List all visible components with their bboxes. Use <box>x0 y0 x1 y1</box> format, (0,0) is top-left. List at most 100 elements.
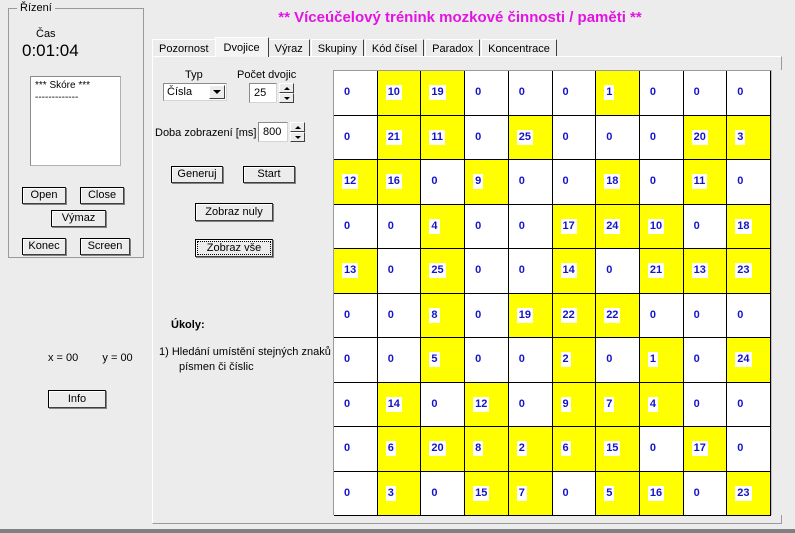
grid-cell[interactable]: 0 <box>377 338 422 383</box>
grid-cell[interactable]: 0 <box>377 293 422 338</box>
grid-cell[interactable]: 0 <box>465 71 509 116</box>
grid-cell[interactable]: 0 <box>465 115 509 160</box>
grid-cell[interactable]: 11 <box>683 160 728 205</box>
grid-cell[interactable]: 4 <box>421 204 466 249</box>
clear-button[interactable]: Výmaz <box>51 210 106 227</box>
grid-cell[interactable]: 1 <box>639 338 684 383</box>
grid-cell[interactable]: 0 <box>727 382 771 427</box>
grid-cell[interactable]: 20 <box>683 115 728 160</box>
grid-cell[interactable]: 0 <box>552 71 597 116</box>
grid-cell[interactable]: 0 <box>727 160 771 205</box>
grid-cell[interactable]: 9 <box>552 382 597 427</box>
pocet-dvojic-input[interactable]: 25 <box>249 83 277 103</box>
pocet-dvojic-stepper[interactable] <box>279 83 294 103</box>
grid-cell[interactable]: 0 <box>683 204 728 249</box>
grid-cell[interactable]: 0 <box>377 249 422 294</box>
grid-cell[interactable]: 0 <box>508 160 553 205</box>
typ-combobox[interactable]: Čísla <box>163 83 227 101</box>
grid-cell[interactable]: 0 <box>552 115 597 160</box>
grid-cell[interactable]: 0 <box>465 293 509 338</box>
grid-cell[interactable]: 0 <box>683 382 728 427</box>
show-zeros-button[interactable]: Zobraz nuly <box>195 203 273 221</box>
grid-cell[interactable]: 0 <box>334 115 378 160</box>
grid-cell[interactable]: 23 <box>727 471 771 516</box>
generate-button[interactable]: Generuj <box>171 166 223 183</box>
grid-cell[interactable]: 0 <box>596 338 640 383</box>
grid-cell[interactable]: 20 <box>421 427 466 472</box>
doba-zobrazeni-decrement[interactable] <box>290 132 305 142</box>
show-all-button[interactable]: Zobraz vše <box>195 239 273 257</box>
grid-cell[interactable]: 16 <box>377 160 422 205</box>
tab-paradox[interactable]: Paradox <box>425 39 481 57</box>
grid-cell[interactable]: 18 <box>596 160 640 205</box>
grid-cell[interactable]: 21 <box>377 115 422 160</box>
grid-cell[interactable]: 17 <box>683 427 728 472</box>
grid-cell[interactable]: 0 <box>334 71 378 116</box>
grid-cell[interactable]: 0 <box>683 293 728 338</box>
close-button[interactable]: Close <box>80 187 124 204</box>
grid-cell[interactable]: 6 <box>552 427 597 472</box>
open-button[interactable]: Open <box>22 187 66 204</box>
grid-cell[interactable]: 0 <box>639 293 684 338</box>
grid-cell[interactable]: 25 <box>421 249 466 294</box>
grid-scroll-gutter[interactable] <box>771 70 782 515</box>
grid-cell[interactable]: 0 <box>508 382 553 427</box>
grid-cell[interactable]: 12 <box>334 160 378 205</box>
grid-cell[interactable]: 0 <box>465 249 509 294</box>
tab-vyraz[interactable]: Výraz <box>267 39 310 57</box>
grid-cell[interactable]: 12 <box>465 382 509 427</box>
tab-koncentrace[interactable]: Koncentrace <box>481 39 557 57</box>
pocet-dvojic-increment[interactable] <box>279 83 294 93</box>
grid-cell[interactable]: 0 <box>334 338 378 383</box>
grid-cell[interactable]: 3 <box>727 115 771 160</box>
grid-cell[interactable]: 16 <box>639 471 684 516</box>
grid-cell[interactable]: 0 <box>683 471 728 516</box>
grid-cell[interactable]: 23 <box>727 249 771 294</box>
grid-cell[interactable]: 22 <box>552 293 597 338</box>
screen-button[interactable]: Screen <box>80 238 130 255</box>
grid-cell[interactable]: 0 <box>421 160 466 205</box>
grid-cell[interactable]: 14 <box>377 382 422 427</box>
grid-cell[interactable]: 8 <box>465 427 509 472</box>
grid-cell[interactable]: 18 <box>727 204 771 249</box>
grid-cell[interactable]: 0 <box>421 471 466 516</box>
grid-cell[interactable]: 2 <box>552 338 597 383</box>
grid-cell[interactable]: 19 <box>508 293 553 338</box>
grid-cell[interactable]: 0 <box>334 427 378 472</box>
grid-cell[interactable]: 0 <box>508 204 553 249</box>
pocet-dvojic-decrement[interactable] <box>279 93 294 103</box>
tab-skupiny[interactable]: Skupiny <box>310 39 365 57</box>
grid-cell[interactable]: 3 <box>377 471 422 516</box>
grid-cell[interactable]: 24 <box>727 338 771 383</box>
grid-cell[interactable]: 0 <box>639 160 684 205</box>
grid-cell[interactable]: 0 <box>639 71 684 116</box>
grid-cell[interactable]: 0 <box>334 204 378 249</box>
doba-zobrazeni-increment[interactable] <box>290 122 305 132</box>
grid-cell[interactable]: 15 <box>596 427 640 472</box>
grid-cell[interactable]: 0 <box>552 160 597 205</box>
grid-cell[interactable]: 24 <box>596 204 640 249</box>
grid-cell[interactable]: 5 <box>421 338 466 383</box>
grid-cell[interactable]: 0 <box>508 249 553 294</box>
grid-cell[interactable]: 7 <box>596 382 640 427</box>
grid-cell[interactable]: 0 <box>727 293 771 338</box>
chevron-down-icon[interactable] <box>209 85 225 99</box>
grid-cell[interactable]: 17 <box>552 204 597 249</box>
grid-cell[interactable]: 6 <box>377 427 422 472</box>
grid-cell[interactable]: 0 <box>334 382 378 427</box>
tab-dvojice[interactable]: Dvojice <box>214 37 269 57</box>
grid-cell[interactable]: 0 <box>377 204 422 249</box>
grid-cell[interactable]: 21 <box>639 249 684 294</box>
grid-cell[interactable]: 9 <box>465 160 509 205</box>
grid-cell[interactable]: 11 <box>421 115 466 160</box>
grid-cell[interactable]: 25 <box>508 115 553 160</box>
grid-cell[interactable]: 0 <box>596 249 640 294</box>
grid-cell[interactable]: 0 <box>334 471 378 516</box>
grid-cell[interactable]: 0 <box>465 338 509 383</box>
grid-cell[interactable]: 4 <box>639 382 684 427</box>
grid-cell[interactable]: 10 <box>639 204 684 249</box>
grid-cell[interactable]: 15 <box>465 471 509 516</box>
grid-cell[interactable]: 0 <box>727 71 771 116</box>
grid-cell[interactable]: 19 <box>421 71 466 116</box>
grid-cell[interactable]: 0 <box>465 204 509 249</box>
